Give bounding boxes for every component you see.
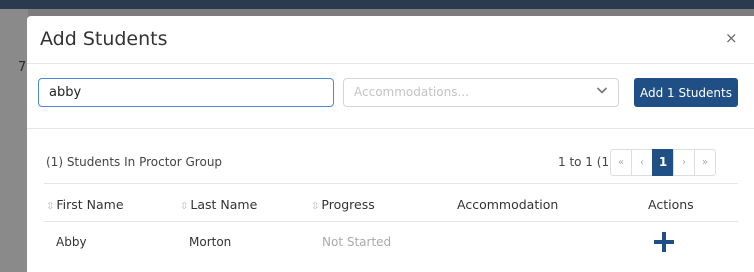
prev-page-button[interactable]: ‹ <box>631 149 653 176</box>
table-header-border <box>44 221 738 222</box>
background-header-bar <box>0 0 754 9</box>
accommodations-select[interactable]: Accommodations... <box>343 78 619 107</box>
sort-icon: ⇳ <box>311 201 320 212</box>
add-students-modal: Add Students × Accommodations... Add 1 S… <box>27 16 754 272</box>
column-header-last-name[interactable]: ⇳ Last Name <box>180 197 257 212</box>
first-page-button[interactable]: « <box>610 149 632 176</box>
add-students-button[interactable]: Add 1 Students <box>634 78 738 107</box>
toolbar-divider <box>27 128 754 129</box>
cell-last-name: Morton <box>189 235 232 249</box>
result-count: (1) Students In Proctor Group <box>46 155 223 169</box>
next-page-button[interactable]: › <box>673 149 695 176</box>
background-text: 7 <box>18 60 27 75</box>
page-1-button[interactable]: 1 <box>652 149 674 176</box>
column-header-progress[interactable]: ⇳ Progress <box>311 197 375 212</box>
pagination: « ‹ 1 › » <box>610 149 716 176</box>
accommodations-placeholder: Accommodations... <box>354 85 469 99</box>
sort-icon: ⇳ <box>180 201 189 212</box>
column-header-first-name[interactable]: ⇳ First Name <box>46 197 124 212</box>
table-top-border <box>44 183 738 184</box>
pagination-range: 1 to 1 (1) <box>558 155 614 169</box>
modal-title: Add Students <box>40 28 168 50</box>
close-icon[interactable]: × <box>725 29 738 47</box>
sort-icon: ⇳ <box>46 201 55 212</box>
search-input[interactable] <box>38 78 334 107</box>
last-page-button[interactable]: » <box>694 149 716 176</box>
header-divider <box>27 63 754 64</box>
cell-progress: Not Started <box>322 235 392 249</box>
column-header-accommodation: Accommodation <box>457 197 559 212</box>
cell-first-name: Abby <box>56 235 87 249</box>
chevron-down-icon <box>596 87 608 94</box>
plus-icon[interactable] <box>651 229 677 255</box>
background-page <box>0 9 28 272</box>
column-header-actions: Actions <box>648 197 694 212</box>
